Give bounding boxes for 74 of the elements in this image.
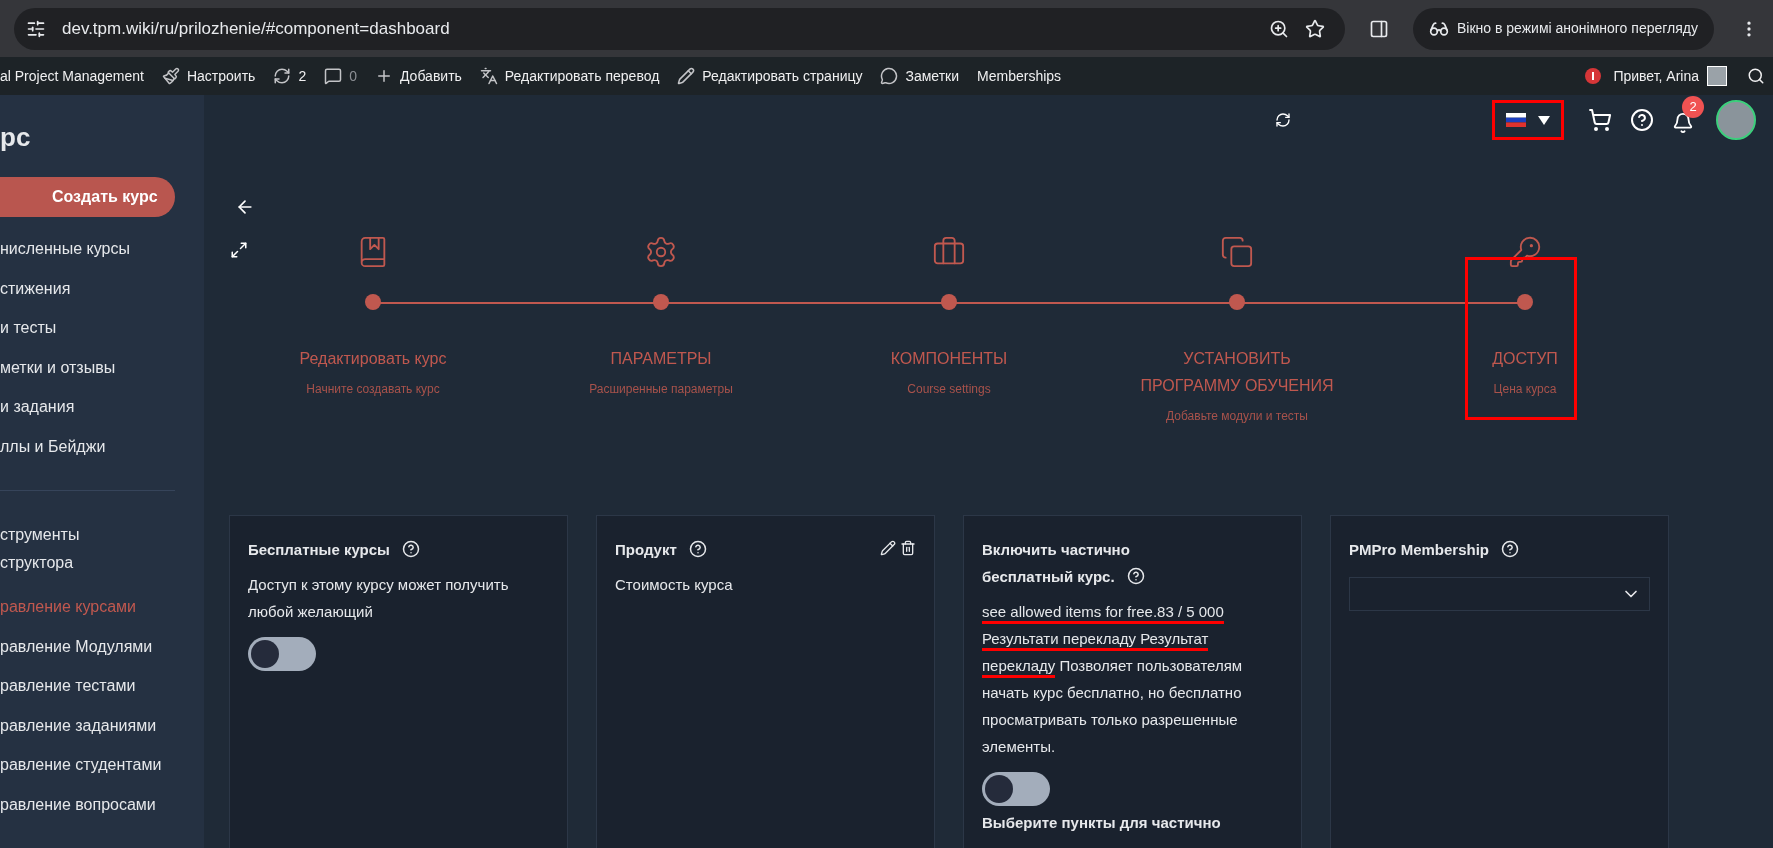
greeting-link[interactable]: Привет, Arina bbox=[1613, 65, 1699, 87]
sidebar-item[interactable]: и тесты bbox=[0, 316, 204, 356]
step-subtitle: Начните создавать курс bbox=[306, 381, 440, 398]
admin-bar-link[interactable]: Настроить bbox=[161, 65, 256, 87]
admin-bar-link[interactable]: Редактировать перевод bbox=[479, 65, 660, 87]
russian-flag-icon bbox=[1506, 113, 1526, 127]
card-description: Стоимость курса bbox=[615, 575, 734, 595]
alert-icon[interactable] bbox=[1585, 68, 1602, 84]
sync-icon bbox=[273, 67, 292, 85]
plus-icon bbox=[375, 67, 393, 85]
brush-icon bbox=[161, 67, 180, 85]
bookmark-star-icon[interactable] bbox=[1305, 18, 1325, 39]
caret-icon bbox=[1538, 115, 1550, 125]
step-subtitle: Course settings bbox=[907, 381, 991, 398]
pencil-icon bbox=[677, 67, 696, 85]
notification-badge: 2 bbox=[1682, 96, 1704, 118]
language-selector[interactable] bbox=[1492, 100, 1564, 140]
step-subtitle: Добавьте модули и тесты bbox=[1166, 408, 1308, 425]
card-title: Продукт bbox=[615, 536, 707, 563]
profile-avatar[interactable] bbox=[1716, 100, 1756, 140]
sidebar-item[interactable]: нисленные курсы bbox=[0, 237, 204, 277]
incognito-badge[interactable]: Вікно в режимі анонімного перегляду bbox=[1413, 7, 1714, 50]
card-title: PMPro Membership bbox=[1349, 536, 1520, 563]
sidebar-item[interactable]: равление вопросами bbox=[0, 792, 175, 832]
sidebar-title: рс bbox=[0, 121, 32, 153]
sidebar-heading: струменты структора bbox=[0, 525, 81, 573]
admin-bar-link[interactable]: Заметки bbox=[880, 65, 960, 87]
gear-icon bbox=[644, 235, 678, 269]
trash-icon[interactable] bbox=[900, 540, 916, 556]
toggle-switch[interactable] bbox=[248, 637, 316, 671]
chat-icon bbox=[880, 67, 899, 85]
admin-bar-link[interactable]: 2 bbox=[273, 65, 307, 87]
admin-bar-link[interactable]: Добавить bbox=[375, 65, 462, 87]
sidebar-item[interactable]: и задания bbox=[0, 395, 204, 435]
step-subtitle: Расширенные параметры bbox=[589, 381, 733, 398]
refresh-icon[interactable] bbox=[1275, 112, 1291, 128]
card-title: Включить частично бесплатный курс. bbox=[982, 536, 1222, 590]
cart-icon[interactable] bbox=[1588, 108, 1612, 132]
translate-icon bbox=[479, 67, 498, 85]
sidebar-item[interactable]: равление Модулями bbox=[0, 634, 175, 674]
help-icon[interactable] bbox=[401, 540, 420, 558]
side-panel-icon[interactable] bbox=[1369, 18, 1389, 39]
card-subheading: Выберите пункты для частично bbox=[982, 813, 1222, 833]
card-title: Бесплатные курсы bbox=[248, 536, 420, 563]
sidebar-item[interactable]: равление заданиями bbox=[0, 713, 175, 753]
search-icon[interactable] bbox=[1747, 67, 1765, 85]
comment-icon bbox=[324, 67, 343, 85]
user-avatar bbox=[1707, 66, 1727, 86]
sidebar-item[interactable]: ллы и Бейджи bbox=[0, 434, 204, 474]
toggle-switch[interactable] bbox=[982, 772, 1050, 806]
admin-bar-link[interactable]: Редактировать страницу bbox=[677, 65, 863, 87]
step-subtitle: Цена курса bbox=[1493, 381, 1557, 398]
card-description: Доступ к этому курсу может получить любой желающий bbox=[248, 575, 510, 622]
admin-bar-link[interactable]: al Project Management bbox=[0, 65, 144, 87]
sidebar-item[interactable]: равление тестами bbox=[0, 674, 175, 714]
address-bar[interactable]: dev.tpm.wiki/ru/prilozhenie/#component=dashboard bbox=[14, 7, 1345, 50]
sidebar-item[interactable]: метки и отзывы bbox=[0, 355, 204, 395]
sidebar-item[interactable]: равление студентами bbox=[0, 753, 175, 793]
bell-icon[interactable] bbox=[1672, 112, 1694, 134]
sidebar-item[interactable]: стижения bbox=[0, 276, 204, 316]
create-course-button[interactable]: Создать курс bbox=[0, 177, 175, 217]
site-settings-icon[interactable] bbox=[26, 18, 46, 39]
pencil-icon[interactable] bbox=[880, 540, 896, 556]
help-icon[interactable] bbox=[1126, 567, 1145, 585]
help-icon[interactable] bbox=[1501, 540, 1520, 558]
zoom-icon[interactable] bbox=[1269, 18, 1289, 39]
admin-bar-link[interactable]: 0 bbox=[324, 65, 357, 87]
key-icon bbox=[1508, 235, 1542, 269]
card-description: see allowed items for free.83 / 5 000 Результати перекладу Результат перекладу Позволяет пользователям начать курс бесплатно, но бесплатно просматривать только разрешенные элементы. bbox=[982, 602, 1244, 757]
stacked-squares-icon bbox=[1220, 235, 1254, 269]
help-icon[interactable] bbox=[688, 540, 707, 558]
expand-icon[interactable] bbox=[230, 241, 248, 259]
url-text: dev.tpm.wiki/ru/prilozhenie/#component=dashboard bbox=[62, 17, 451, 40]
admin-bar-link[interactable]: Memberships bbox=[977, 65, 1062, 87]
